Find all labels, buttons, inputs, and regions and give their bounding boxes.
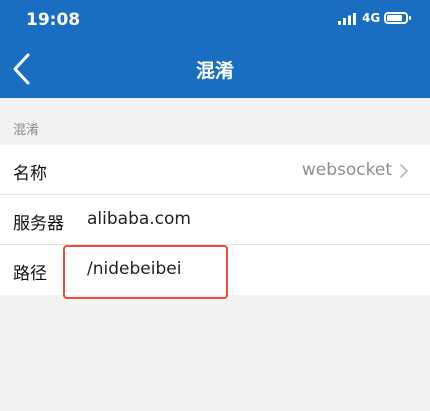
settings-list: 名称 websocket 服务器 alibaba.com 路径 /nidebei… (0, 145, 430, 295)
name-row[interactable]: 名称 websocket (0, 145, 430, 195)
nav-bar: 混淆 (0, 40, 430, 98)
battery-icon (384, 12, 411, 24)
battery-level (387, 15, 403, 21)
section-header: 混淆 (13, 123, 40, 138)
network-type: 4G (362, 11, 381, 25)
server-row[interactable]: 服务器 alibaba.com (0, 195, 430, 245)
page-title: 混淆 (195, 60, 234, 82)
status-time: 19:08 (26, 10, 81, 30)
name-label: 名称 (13, 164, 47, 184)
server-label: 服务器 (13, 214, 64, 234)
path-row[interactable]: 路径 /nidebeibei (0, 245, 430, 295)
server-field[interactable]: alibaba.com (87, 209, 191, 229)
name-value: websocket (301, 160, 392, 180)
status-bar: 19:08 4G (0, 0, 430, 40)
app-header: 19:08 4G 混淆 (0, 0, 430, 98)
signal-icon (338, 13, 356, 25)
path-label: 路径 (13, 264, 47, 284)
chevron-right-icon (400, 164, 408, 178)
path-field[interactable]: /nidebeibei (87, 259, 181, 279)
